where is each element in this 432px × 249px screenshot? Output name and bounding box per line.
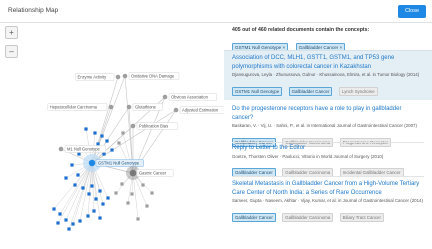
document-node[interactable]: [76, 173, 80, 177]
document-node[interactable]: [90, 184, 94, 188]
concept-node-m1-null-genotype[interactable]: M1 Null Genotype: [58, 145, 107, 153]
dialog-header: Relationship Map Close: [0, 0, 432, 23]
result-title[interactable]: Association of DCC, MLH1, GSTT1, GSTM1, …: [232, 54, 424, 71]
document-node[interactable]: [81, 186, 85, 190]
document-node[interactable]: [78, 219, 82, 223]
tag-lynch-syndrome[interactable]: Lynch Syndrome: [338, 86, 378, 96]
concept-node-enzyme-activity[interactable]: Enzyme Activity: [75, 73, 121, 81]
result-meta: Goetze, Thorsten Oliver · Paolucci, Vitt…: [232, 153, 384, 159]
document-node[interactable]: [52, 207, 56, 211]
concept-label: Hepatocellular Carcinoma: [50, 105, 98, 110]
document-node[interactable]: [71, 222, 75, 226]
result-meta: Sameer, Gupta · Naseem, Akhtar · Vijay, …: [232, 198, 423, 203]
document-node[interactable]: [101, 202, 105, 206]
document-node[interactable]: [92, 209, 96, 213]
document-node[interactable]: [64, 176, 68, 180]
graph-edge: [65, 162, 93, 221]
concept-label: Enzyme Activity: [78, 75, 108, 80]
concept-node-gastric-cancer[interactable]: Gastric Cancer: [126, 166, 174, 180]
document-node[interactable]: [96, 142, 100, 146]
result-divider: [232, 142, 424, 143]
tag-gallbladder-cancer[interactable]: Gallbladder Cancer: [232, 212, 276, 222]
document-node[interactable]: [114, 191, 118, 195]
document-node[interactable]: [87, 192, 91, 196]
document-node[interactable]: [121, 131, 125, 135]
concept-node-glutathione[interactable]: Glutathione: [126, 103, 163, 111]
concept-label: Publication Bias: [139, 124, 168, 129]
result-title[interactable]: Skeletal Metastasis in Gallbladder Cance…: [232, 180, 424, 197]
concept-node-publication-bias[interactable]: Publication Bias: [130, 122, 179, 130]
document-node[interactable]: [70, 163, 74, 167]
tag-gallbladder-carcinoma[interactable]: Gallbladder Carcinoma: [282, 212, 334, 222]
tag-gallbladder-cancer[interactable]: Gallbladder Cancer: [288, 86, 333, 96]
concept-label: Oxidative DNA Damage: [131, 74, 175, 79]
result-item[interactable]: Skeletal Metastasis in Gallbladder Cance…: [224, 180, 432, 240]
document-node[interactable]: [106, 196, 110, 200]
concept-label: GSTM1 Null Genotype: [98, 161, 140, 166]
close-button[interactable]: Close: [398, 5, 426, 18]
result-meta: Baskaran, V. · Vij, U. · Sahni, P., et a…: [232, 123, 417, 128]
concept-label: Obvious Association: [171, 95, 209, 100]
result-divider: [232, 176, 424, 177]
result-tags: Gallbladder Cancer Gallbladder Carcinoma…: [232, 206, 424, 222]
result-count: 405 out of 460 related documents contain…: [232, 27, 370, 33]
document-node[interactable]: [120, 182, 124, 186]
document-nodes: [52, 127, 154, 231]
document-node[interactable]: [130, 192, 134, 196]
document-node[interactable]: [86, 214, 90, 218]
document-node[interactable]: [73, 183, 77, 187]
zoom-in-button[interactable]: +: [5, 26, 18, 39]
zoom-out-button[interactable]: –: [5, 45, 18, 58]
result-tags: GSTM1 Null Genotype Gallbladder Cancer L…: [232, 80, 424, 96]
document-node[interactable]: [98, 189, 102, 193]
graph-edge: [57, 162, 93, 224]
document-node[interactable]: [56, 221, 60, 225]
tag-gstm1-null-genotype[interactable]: GSTM1 Null Genotype: [232, 86, 283, 96]
document-node[interactable]: [150, 191, 154, 195]
document-node[interactable]: [98, 216, 102, 220]
document-node[interactable]: [145, 204, 149, 208]
document-node[interactable]: [141, 183, 145, 187]
document-node[interactable]: [93, 131, 97, 135]
relationship-graph-pane[interactable]: Enzyme Activity Oxidative DNA Damage Obvio…: [0, 23, 224, 249]
concept-label: Glutathione: [135, 105, 157, 110]
result-tags: Gallbladder Cancer Gallbladder Carcinoma…: [232, 161, 424, 177]
result-meta: Djansugurova, Leyla · Zhunussova, Gulnur…: [232, 72, 420, 77]
concept-node-oxidative-dna-damage[interactable]: Oxidative DNA Damage: [122, 72, 180, 80]
concept-nodes: Enzyme Activity Oxidative DNA Damage Obvio…: [47, 72, 224, 180]
dialog-title: Relationship Map: [8, 7, 59, 14]
result-item[interactable]: Association of DCC, MLH1, GSTT1, GSTM1, …: [224, 50, 432, 100]
concept-label: M1 Null Genotype: [67, 147, 100, 152]
concept-label: Adjusted Estimation: [182, 108, 219, 113]
document-node[interactable]: [102, 152, 106, 156]
graph-edge: [59, 162, 93, 215]
document-node[interactable]: [126, 201, 130, 205]
concept-node-obvious-association[interactable]: Obvious Association: [162, 93, 217, 101]
relationship-graph[interactable]: Enzyme Activity Oxidative DNA Damage Obvio…: [0, 23, 224, 249]
result-title[interactable]: Reply to Letter to the Editor: [232, 144, 424, 153]
document-node[interactable]: [105, 139, 109, 143]
concept-node-hepatocellular-carcinoma[interactable]: Hepatocellular Carcinoma: [47, 103, 114, 111]
document-node[interactable]: [67, 227, 71, 231]
result-item[interactable]: Reply to Letter to the Editor Goetze, Th…: [224, 144, 432, 180]
document-node[interactable]: [100, 134, 104, 138]
document-node[interactable]: [94, 197, 98, 201]
document-node[interactable]: [117, 141, 121, 145]
document-node[interactable]: [84, 127, 88, 131]
concept-label: Gastric Cancer: [139, 171, 167, 176]
document-node[interactable]: [136, 217, 140, 221]
tag-biliary-tract-cancer[interactable]: Biliary Tract Cancer: [339, 212, 384, 222]
result-tags: Gallbladder Cancer Gallbladder Carcinoma…: [232, 131, 424, 147]
concept-node-adjusted-estimation[interactable]: Adjusted Estimation: [173, 106, 224, 114]
concept-chips: GSTM1 Null Genotype × Gallbladder Cancer…: [232, 36, 348, 52]
result-item[interactable]: Do the progesterone receptors have a rol…: [224, 105, 432, 147]
document-node[interactable]: [64, 218, 68, 222]
document-node[interactable]: [58, 212, 62, 216]
result-title[interactable]: Do the progesterone receptors have a rol…: [232, 105, 424, 122]
document-node[interactable]: [77, 152, 81, 156]
results-pane: 405 out of 460 related documents contain…: [224, 23, 432, 249]
document-node[interactable]: [110, 148, 114, 152]
